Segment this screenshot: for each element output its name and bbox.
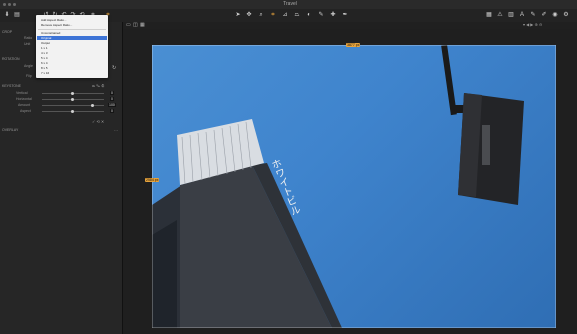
mask-icon[interactable]: ◐ bbox=[306, 12, 312, 18]
zoom-window-button[interactable] bbox=[13, 3, 16, 6]
overlay-menu-icon[interactable]: ⋯ bbox=[114, 128, 118, 133]
keystone-amount-slider[interactable] bbox=[42, 105, 104, 106]
library-icon[interactable]: ▤ bbox=[14, 12, 20, 18]
aspect-ratio-menu[interactable]: Add Aspect Ratio... Remove Aspect Ratio.… bbox=[36, 15, 108, 78]
import-icon[interactable]: ⬇ bbox=[4, 12, 10, 18]
edit-icon[interactable]: ✎ bbox=[530, 12, 536, 18]
main-building-shape bbox=[180, 165, 332, 328]
menu-item-6x4[interactable]: 6 x 4 bbox=[41, 61, 48, 65]
rotate-dial-icon[interactable]: ↻ bbox=[112, 65, 116, 71]
settings-icon[interactable]: ⚙ bbox=[563, 12, 569, 18]
keystone-vertical-knob[interactable] bbox=[71, 92, 74, 95]
menu-item-4x3[interactable]: 4 x 3 bbox=[41, 51, 48, 55]
menu-item-remove-aspect[interactable]: Remove Aspect Ratio... bbox=[41, 23, 72, 27]
single-view-icon[interactable]: ▭ bbox=[126, 22, 131, 28]
crop-ratio-label: Ratio bbox=[24, 36, 33, 40]
crop-height-label: 2584 px bbox=[145, 178, 160, 182]
crop-width-label: 3877 px bbox=[346, 43, 361, 47]
window-title: Travel bbox=[283, 1, 297, 7]
keystone-vertical-label: Vertical bbox=[16, 91, 28, 95]
keystone-tools-icon[interactable]: ⏢ ✎ ⚙ bbox=[92, 83, 104, 88]
menu-item-8x5[interactable]: 8 x 5 bbox=[41, 66, 48, 70]
cursor-tool-icon[interactable]: ➤ bbox=[235, 12, 241, 18]
menu-item-7x16[interactable]: 7 x 16 bbox=[41, 71, 49, 75]
rotation-angle-label: Angle bbox=[24, 64, 33, 68]
straighten-icon[interactable]: ⊿ bbox=[282, 12, 288, 18]
rotation-section-title: ROTATION bbox=[2, 57, 20, 61]
grid-view-icon[interactable]: ▦ bbox=[486, 12, 492, 18]
close-window-button[interactable] bbox=[3, 3, 6, 6]
keystone-aspect-label: Aspect bbox=[20, 109, 31, 113]
menu-item-original[interactable]: Original bbox=[37, 36, 107, 40]
menu-item-add-aspect[interactable]: Add Aspect Ratio... bbox=[41, 18, 67, 22]
keystone-aspect-knob[interactable] bbox=[71, 110, 74, 113]
crop-tool-icon-main[interactable]: ⌗ bbox=[270, 12, 276, 18]
keystone-section-title: KEYSTONE bbox=[2, 84, 21, 88]
grid-view-icon-small[interactable]: ▦ bbox=[140, 22, 145, 28]
viewer-options-icon[interactable]: ▾ ◀ ▶ ⊕ ⊖ bbox=[523, 22, 542, 27]
menu-item-1x1[interactable]: 1 x 1 bbox=[41, 46, 48, 50]
keystone-icon[interactable]: ⏢ bbox=[294, 12, 300, 18]
photo-canvas[interactable]: ホワイトビル bbox=[152, 45, 556, 328]
text-icon[interactable]: A bbox=[519, 12, 525, 18]
picker-icon[interactable]: ✒ bbox=[342, 12, 348, 18]
menu-item-output[interactable]: Output bbox=[41, 41, 50, 45]
keystone-horizontal-label: Horizontal bbox=[16, 97, 32, 101]
preview-icon[interactable]: ◉ bbox=[552, 12, 558, 18]
keystone-amount-knob[interactable] bbox=[91, 104, 94, 107]
keystone-amount-label: Amount bbox=[18, 103, 31, 107]
title-bar: Travel bbox=[0, 0, 577, 9]
keystone-horizontal-value[interactable]: 0 bbox=[110, 97, 114, 101]
menu-separator bbox=[38, 29, 106, 30]
photo-scene bbox=[152, 45, 556, 328]
compare-view-icon[interactable]: ◫ bbox=[133, 22, 138, 28]
rotation-flip-label: Flip bbox=[26, 74, 32, 78]
crop-unit-label: Unit bbox=[24, 42, 31, 46]
keystone-actions-icon[interactable]: ✓ ⟲ ✕ bbox=[92, 119, 104, 124]
keystone-vertical-value[interactable]: 0 bbox=[110, 91, 114, 95]
crop-section-title: CROP bbox=[2, 30, 13, 34]
menu-item-unconstrained[interactable]: Unconstrained bbox=[41, 31, 60, 35]
warning-icon[interactable]: ⚠ bbox=[497, 12, 503, 18]
keystone-amount-value[interactable]: 100 bbox=[108, 103, 116, 107]
brush-icon[interactable]: ✎ bbox=[318, 12, 324, 18]
keystone-horizontal-knob[interactable] bbox=[71, 98, 74, 101]
minimize-window-button[interactable] bbox=[8, 3, 11, 6]
histogram-icon[interactable]: ▥ bbox=[508, 12, 514, 18]
zoom-tool-icon[interactable]: ⌕ bbox=[258, 12, 264, 18]
heal-icon[interactable]: ✚ bbox=[330, 12, 336, 18]
viewer-toolbar: ▭ ◫ ▦ ▾ ◀ ▶ ⊕ ⊖ bbox=[123, 22, 577, 29]
pan-tool-icon[interactable]: ✥ bbox=[246, 12, 252, 18]
menu-item-5x4[interactable]: 5 x 4 bbox=[41, 56, 48, 60]
overlay-section-title: OVERLAY bbox=[2, 128, 19, 132]
keystone-aspect-value[interactable]: 0 bbox=[110, 109, 114, 113]
eyedropper-icon[interactable]: ✐ bbox=[541, 12, 547, 18]
